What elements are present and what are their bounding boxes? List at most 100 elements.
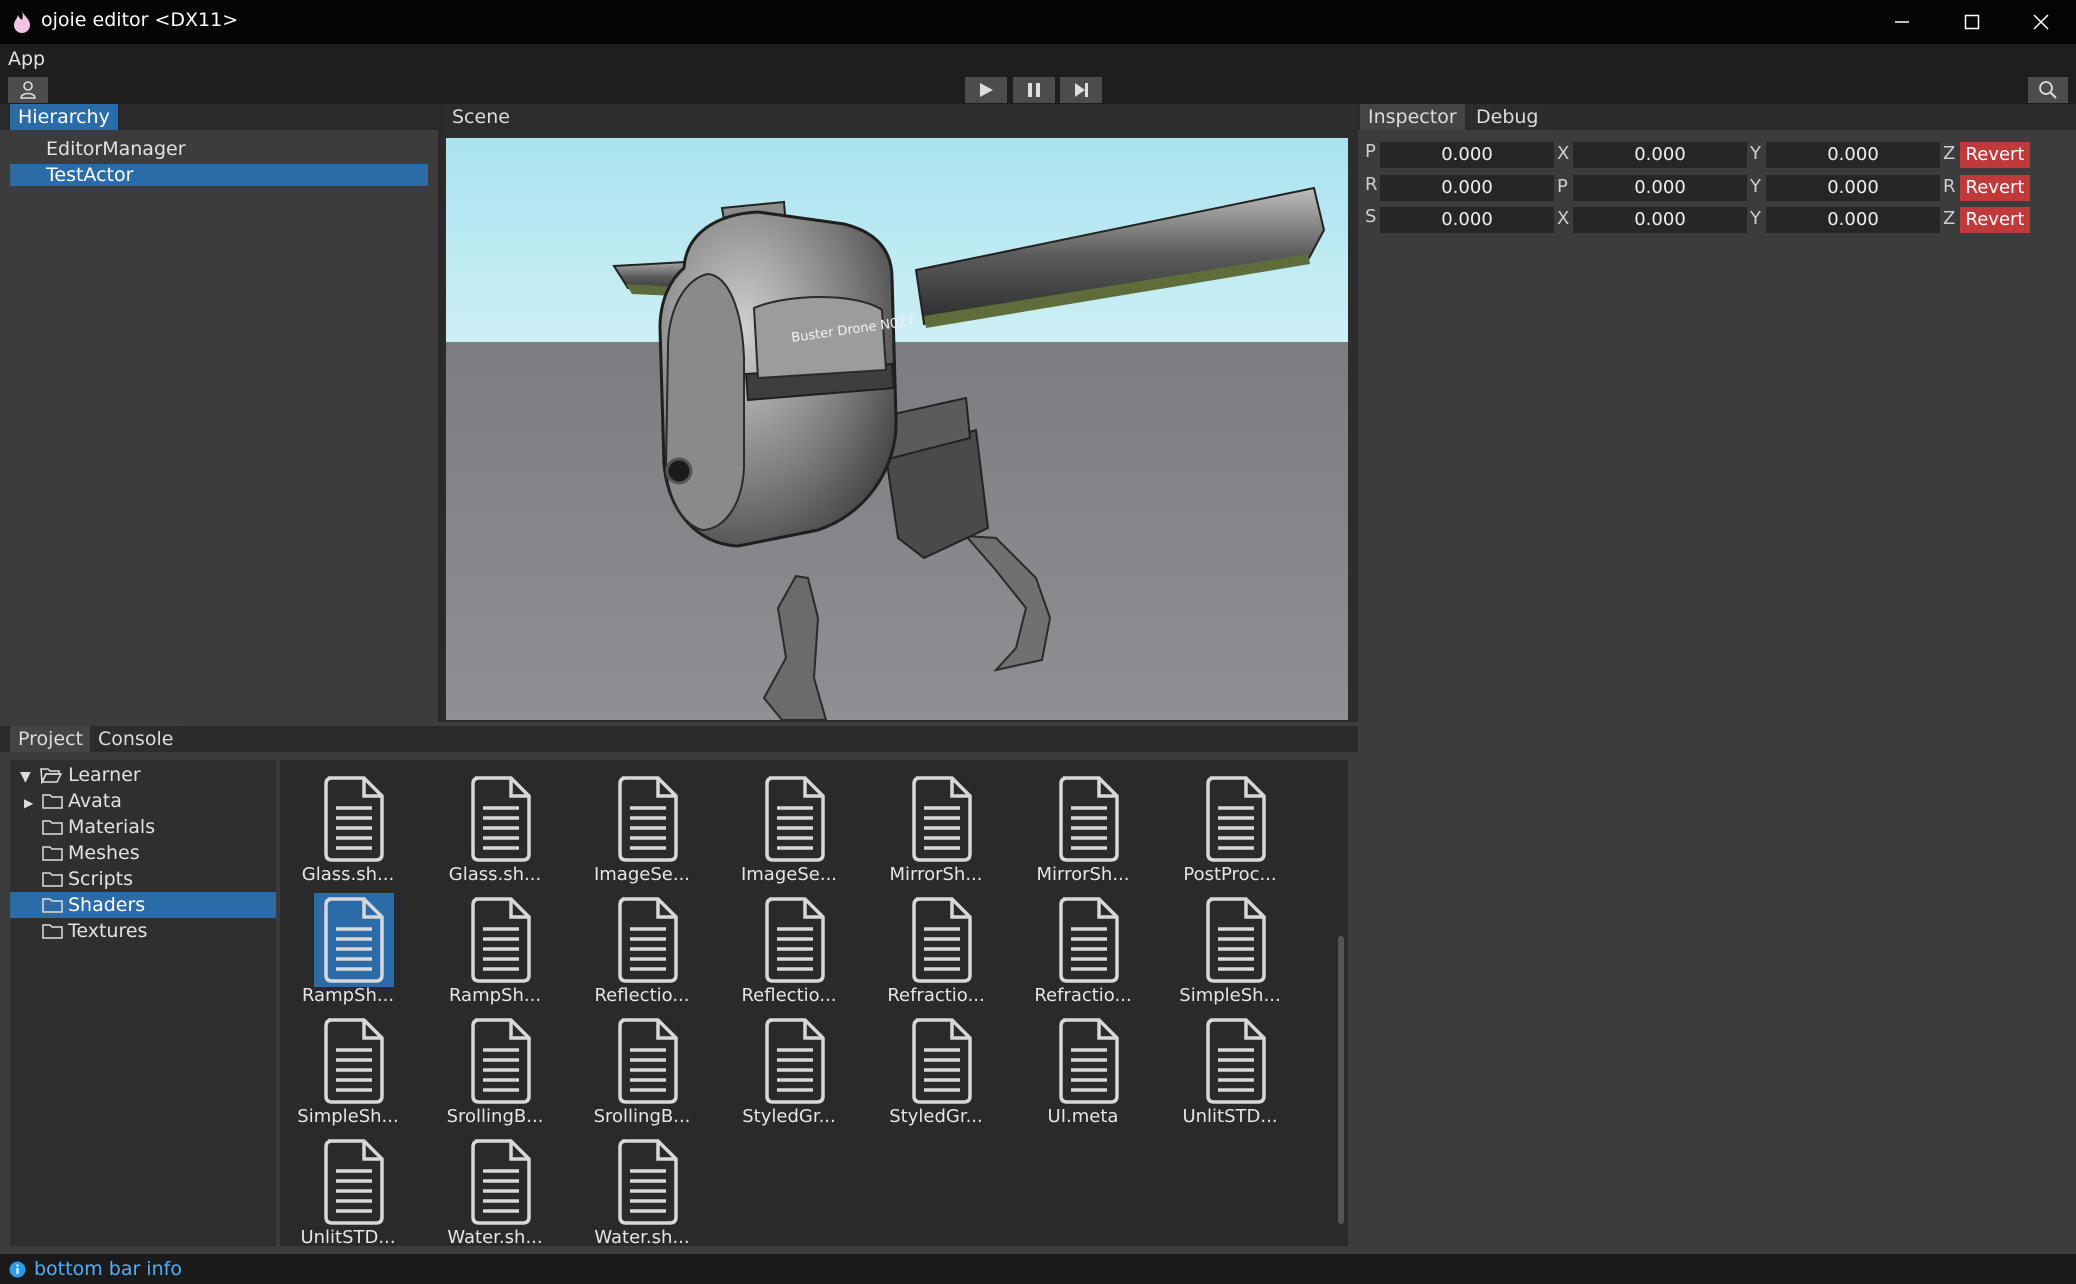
transform-value-field[interactable]: 0.000 <box>1766 207 1940 233</box>
hierarchy-tabstrip: Hierarchy <box>0 104 438 130</box>
user-icon <box>20 81 36 99</box>
transform-value-field[interactable]: 0.000 <box>1380 207 1554 233</box>
transform-value-field[interactable]: 0.000 <box>1766 175 1940 201</box>
tab-project[interactable]: Project <box>10 726 92 752</box>
asset-file[interactable]: RampSh... <box>431 885 559 1006</box>
tree-folder-shaders[interactable]: Shaders <box>10 892 276 918</box>
asset-file[interactable]: MirrorSh... <box>1019 764 1147 885</box>
asset-file[interactable]: StyledGr... <box>725 1006 853 1127</box>
pause-button[interactable] <box>1013 77 1055 103</box>
axis-label: R <box>1943 176 1956 197</box>
asset-file[interactable]: SimpleSh... <box>284 1006 412 1127</box>
asset-file[interactable]: UnlitSTD... <box>1166 1006 1294 1127</box>
status-text: bottom bar info <box>34 1258 182 1280</box>
asset-file-name: UI.meta <box>1047 1106 1119 1127</box>
asset-file[interactable]: SimpleSh... <box>1166 885 1294 1006</box>
step-button[interactable] <box>1060 77 1102 103</box>
close-icon <box>2033 14 2049 30</box>
transform-value-field[interactable]: 0.000 <box>1573 142 1747 168</box>
tree-folder-meshes[interactable]: Meshes <box>10 840 276 866</box>
axis-label: P <box>1557 176 1568 197</box>
search-button[interactable] <box>2028 77 2068 103</box>
asset-file[interactable]: Water.sh... <box>578 1127 706 1246</box>
asset-file-name: Glass.sh... <box>448 864 542 885</box>
transform-value-field[interactable]: 0.000 <box>1766 142 1940 168</box>
tree-folder-avata[interactable]: ▶ Avata <box>10 788 276 814</box>
asset-file[interactable]: PostProc... <box>1166 764 1294 885</box>
asset-file-name: StyledGr... <box>742 1106 836 1127</box>
document-icon <box>608 772 688 866</box>
tab-debug[interactable]: Debug <box>1468 104 1547 130</box>
asset-file[interactable]: Glass.sh... <box>431 764 559 885</box>
asset-file-name: Refractio... <box>1034 985 1132 1006</box>
asset-file[interactable]: Reflectio... <box>725 885 853 1006</box>
transform-value-field[interactable]: 0.000 <box>1380 175 1554 201</box>
close-button[interactable] <box>2006 0 2076 44</box>
asset-file[interactable]: UI.meta <box>1019 1006 1147 1127</box>
axis-label: X <box>1557 208 1570 229</box>
maximize-icon <box>1964 14 1980 30</box>
asset-file[interactable]: Glass.sh... <box>284 764 412 885</box>
asset-file[interactable]: SrollingB... <box>578 1006 706 1127</box>
tree-root-learner[interactable]: ▼ Learner <box>20 762 276 788</box>
minimize-icon <box>1895 21 1909 23</box>
asset-file[interactable]: Reflectio... <box>578 885 706 1006</box>
asset-file[interactable]: ImageSe... <box>578 764 706 885</box>
tab-hierarchy[interactable]: Hierarchy <box>10 104 118 130</box>
tree-folder-materials[interactable]: Materials <box>10 814 276 840</box>
document-icon <box>461 893 541 987</box>
tree-folder-textures[interactable]: Textures <box>10 918 276 944</box>
scene-viewport[interactable]: Buster Drone N027 <box>446 138 1348 720</box>
asset-file[interactable]: UnlitSTD... <box>284 1127 412 1246</box>
revert-button[interactable]: Revert <box>1960 207 2030 233</box>
document-icon <box>1196 893 1276 987</box>
asset-file[interactable]: ImageSe... <box>725 764 853 885</box>
document-icon <box>314 772 394 866</box>
play-button[interactable] <box>965 77 1007 103</box>
folder-tree: ▼ Learner ▶ Avata Materials Meshes Scripts Sh… <box>10 760 276 1246</box>
transform-value-field[interactable]: 0.000 <box>1573 175 1747 201</box>
asset-file[interactable]: SrollingB... <box>431 1006 559 1127</box>
asset-file[interactable]: Refractio... <box>1019 885 1147 1006</box>
asset-grid-scrollbar[interactable] <box>1338 936 1344 1224</box>
document-icon <box>1196 1014 1276 1108</box>
asset-file[interactable]: MirrorSh... <box>872 764 1000 885</box>
account-button[interactable] <box>8 77 48 103</box>
tab-inspector[interactable]: Inspector <box>1360 104 1465 130</box>
transform-value-field[interactable]: 0.000 <box>1380 142 1554 168</box>
revert-button[interactable]: Revert <box>1960 175 2030 201</box>
menu-app[interactable]: App <box>8 48 45 70</box>
scene-panel: Scene Buster Drone N027 <box>444 104 1358 722</box>
minimize-button[interactable] <box>1867 0 1937 44</box>
asset-file[interactable]: RampSh... <box>284 885 412 1006</box>
asset-file[interactable]: Refractio... <box>872 885 1000 1006</box>
asset-file-name: RampSh... <box>448 985 542 1006</box>
transform-row-label: P <box>1365 141 1376 162</box>
document-icon <box>902 893 982 987</box>
asset-file[interactable]: Water.sh... <box>431 1127 559 1246</box>
status-bar: bottom bar info <box>0 1254 2076 1284</box>
document-icon <box>461 1135 541 1229</box>
document-icon <box>608 893 688 987</box>
document-icon <box>755 1014 835 1108</box>
tab-scene[interactable]: Scene <box>444 104 518 130</box>
toolbar <box>0 76 2076 104</box>
play-icon <box>980 83 993 97</box>
asset-file[interactable]: StyledGr... <box>872 1006 1000 1127</box>
asset-grid: Glass.sh... Glass.sh... ImageSe... ImageSe.… <box>280 760 1348 1246</box>
asset-file-name: PostProc... <box>1183 864 1277 885</box>
asset-file-name: ImageSe... <box>593 864 691 885</box>
hierarchy-item-testactor[interactable]: TestActor <box>10 164 428 186</box>
tree-folder-scripts[interactable]: Scripts <box>10 866 276 892</box>
step-forward-icon <box>1075 83 1088 97</box>
window-title: ojoie editor <DX11> <box>41 9 239 31</box>
asset-file-name: SimpleSh... <box>1179 985 1281 1006</box>
tab-console[interactable]: Console <box>90 726 182 752</box>
hierarchy-item-editormanager[interactable]: EditorManager <box>10 138 428 160</box>
expand-right-icon[interactable]: ▶ <box>24 790 38 816</box>
asset-file-name: Glass.sh... <box>301 864 395 885</box>
maximize-button[interactable] <box>1937 0 2007 44</box>
folder-open-icon <box>40 768 63 785</box>
transform-value-field[interactable]: 0.000 <box>1573 207 1747 233</box>
revert-button[interactable]: Revert <box>1960 142 2030 168</box>
